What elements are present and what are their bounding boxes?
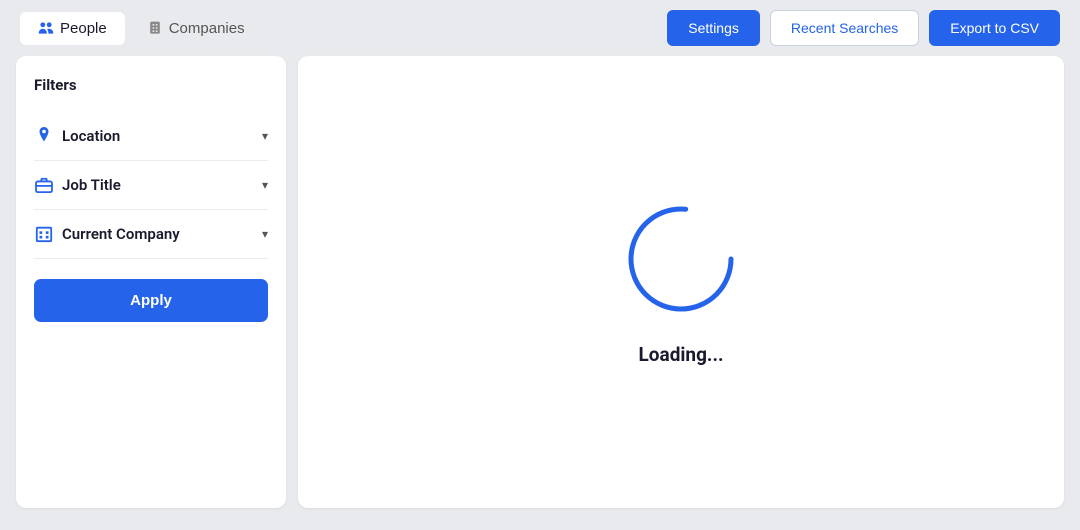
location-pin-icon xyxy=(34,126,54,146)
tab-group: People Companies xyxy=(20,12,263,45)
filter-location[interactable]: Location ▾ xyxy=(34,112,268,161)
tab-companies-label: Companies xyxy=(169,20,245,37)
sidebar: Filters Location ▾ Job Title ▾ xyxy=(16,56,286,508)
filter-current-company-label: Current Company xyxy=(62,225,254,243)
recent-searches-button[interactable]: Recent Searches xyxy=(770,10,919,46)
content-area: Loading... xyxy=(298,56,1064,508)
chevron-down-icon: ▾ xyxy=(262,129,268,143)
top-actions: Settings Recent Searches Export to CSV xyxy=(667,10,1060,46)
tab-people-label: People xyxy=(60,20,107,37)
tab-people[interactable]: People xyxy=(20,12,125,45)
filter-job-title[interactable]: Job Title ▾ xyxy=(34,161,268,210)
filters-title: Filters xyxy=(34,76,268,94)
settings-button[interactable]: Settings xyxy=(667,10,760,46)
apply-button[interactable]: Apply xyxy=(34,279,268,322)
filter-location-label: Location xyxy=(62,127,254,145)
tab-companies[interactable]: Companies xyxy=(129,12,263,45)
export-csv-button[interactable]: Export to CSV xyxy=(929,10,1060,46)
briefcase-icon xyxy=(34,175,54,195)
loading-spinner xyxy=(621,199,741,319)
chevron-down-icon: ▾ xyxy=(262,178,268,192)
companies-icon xyxy=(147,20,163,36)
people-icon xyxy=(38,20,54,36)
loading-container: Loading... xyxy=(621,199,741,366)
loading-text: Loading... xyxy=(639,343,724,366)
building-icon xyxy=(34,224,54,244)
filter-job-title-label: Job Title xyxy=(62,176,254,194)
chevron-down-icon: ▾ xyxy=(262,227,268,241)
main-content: Filters Location ▾ Job Title ▾ xyxy=(0,56,1080,524)
filter-current-company[interactable]: Current Company ▾ xyxy=(34,210,268,259)
top-bar: People Companies Settings Recent Searche… xyxy=(0,0,1080,56)
